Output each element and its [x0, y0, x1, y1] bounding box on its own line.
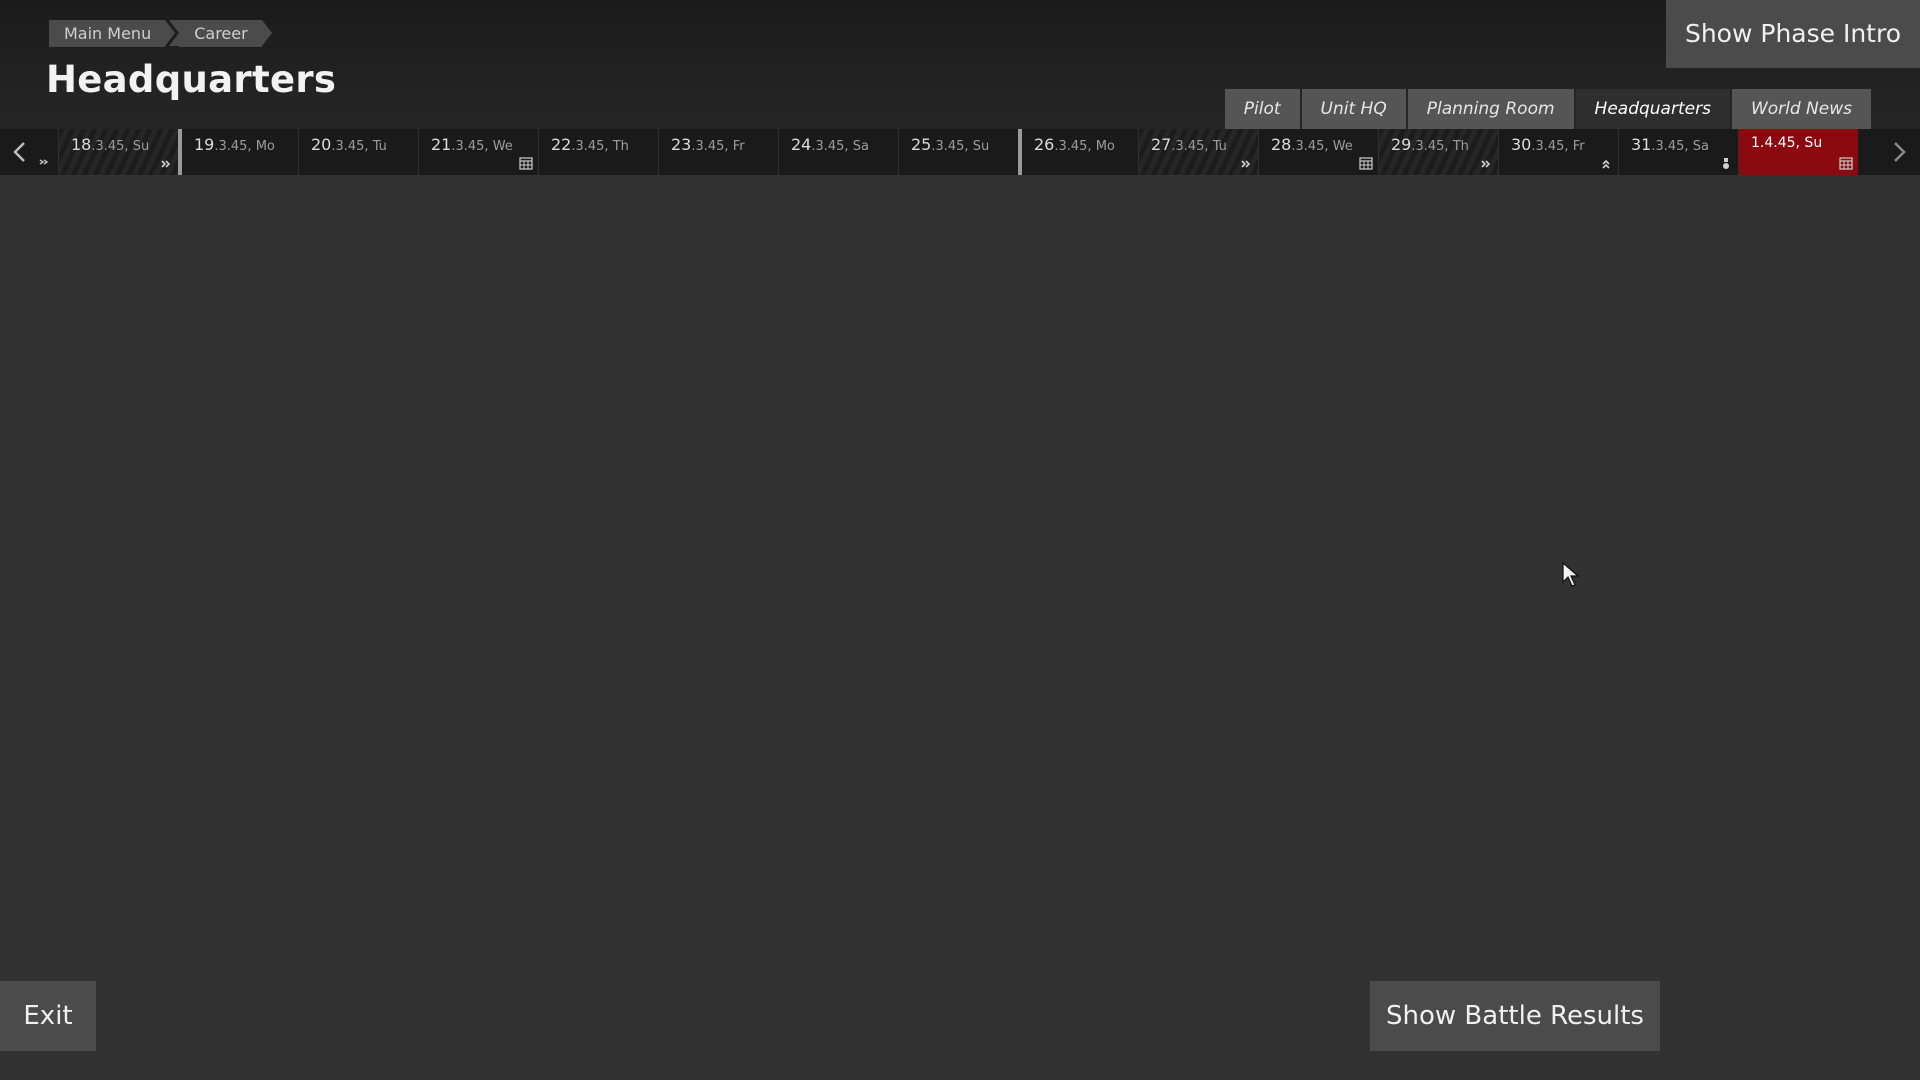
timeline-day-number: 30 — [1511, 135, 1532, 154]
mouse-cursor-icon — [1562, 562, 1580, 587]
timeline-day-9[interactable]: 26.3.45, Mo — [1018, 129, 1138, 175]
timeline-day-label: 20.3.45, Tu — [311, 135, 387, 154]
timeline-day-number: 24 — [791, 135, 812, 154]
tab-world-news[interactable]: World News — [1731, 89, 1871, 129]
exit-button[interactable]: Exit — [0, 981, 96, 1051]
timeline-day-label: 26.3.45, Mo — [1034, 135, 1115, 154]
timeline-day-date: .3.45, Su — [91, 139, 150, 154]
timeline-day-date: .3.45, We — [451, 139, 513, 154]
breadcrumb-career[interactable]: Career — [169, 20, 273, 47]
timeline-day-number: 26 — [1034, 135, 1055, 154]
fast-forward-icon — [1239, 157, 1253, 170]
timeline-day-date: .3.45, Th — [1411, 139, 1469, 154]
timeline-day-12[interactable]: 29.3.45, Th — [1378, 129, 1498, 175]
timeline-day-number: 27 — [1151, 135, 1172, 154]
timeline-day-1[interactable]: 18.3.45, Su — [58, 129, 178, 175]
tab-pilot[interactable]: Pilot — [1224, 89, 1300, 129]
tab-bar: Pilot Unit HQ Planning Room Headquarters… — [1223, 89, 1871, 129]
timeline-day-label: 27.3.45, Tu — [1151, 135, 1227, 154]
timeline-day-date: .3.45, Tu — [1171, 139, 1227, 154]
tab-planning-room[interactable]: Planning Room — [1407, 89, 1574, 129]
chevron-left-icon — [13, 142, 49, 165]
timeline-day-label: 1.4.45, Su — [1751, 135, 1822, 151]
calendar-icon — [1359, 157, 1373, 170]
top-bar: Main Menu Career Headquarters Show Phase… — [0, 0, 1920, 129]
timeline-days: 18.3.45, Su 19.3.45, Mo 20.3.45, Tu 21.3.45… — [58, 129, 1880, 175]
timeline-day-11[interactable]: 28.3.45, We — [1258, 129, 1378, 175]
timeline-day-7[interactable]: 24.3.45, Sa — [778, 129, 898, 175]
timeline-day-5[interactable]: 22.3.45, Th — [538, 129, 658, 175]
timeline-day-date: .3.45, We — [1291, 139, 1353, 154]
timeline-day-number: 22 — [551, 135, 572, 154]
breadcrumb: Main Menu Career — [49, 20, 276, 47]
page-title: Headquarters — [46, 58, 337, 101]
medal-icon — [1719, 157, 1733, 170]
timeline-day-number: 31 — [1631, 135, 1652, 154]
chevron-up-double-icon — [1599, 157, 1613, 170]
timeline-day-3[interactable]: 20.3.45, Tu — [298, 129, 418, 175]
timeline-prev-button[interactable] — [0, 129, 58, 175]
timeline-day-number: 28 — [1271, 135, 1292, 154]
chevron-right-icon — [1894, 142, 1906, 162]
timeline-day-number: 1.4.45, Su — [1751, 135, 1823, 151]
timeline-day-15[interactable]: 1.4.45, Su — [1738, 129, 1858, 175]
timeline-next-button[interactable] — [1880, 129, 1920, 175]
timeline-day-date: .3.45, Fr — [691, 139, 745, 154]
timeline-day-number: 23 — [671, 135, 692, 154]
timeline-day-label: 28.3.45, We — [1271, 135, 1353, 154]
timeline-day-date: .3.45, Sa — [811, 139, 869, 154]
timeline-day-label: 19.3.45, Mo — [194, 135, 275, 154]
timeline-day-14[interactable]: 31.3.45, Sa — [1618, 129, 1738, 175]
timeline-day-label: 23.3.45, Fr — [671, 135, 745, 154]
show-battle-results-button[interactable]: Show Battle Results — [1370, 981, 1660, 1051]
timeline-day-date: .3.45, Mo — [1054, 139, 1115, 154]
timeline-day-number: 19 — [194, 135, 215, 154]
timeline-day-10[interactable]: 27.3.45, Tu — [1138, 129, 1258, 175]
timeline-day-13[interactable]: 30.3.45, Fr — [1498, 129, 1618, 175]
timeline-day-label: 22.3.45, Th — [551, 135, 629, 154]
fast-forward-icon — [159, 157, 173, 170]
timeline-day-date: .3.45, Fr — [1531, 139, 1585, 154]
timeline-day-4[interactable]: 21.3.45, We — [418, 129, 538, 175]
timeline-day-label: 21.3.45, We — [431, 135, 513, 154]
timeline-day-label: 31.3.45, Sa — [1631, 135, 1709, 154]
calendar-icon — [1839, 157, 1853, 170]
timeline-day-8[interactable]: 25.3.45, Su — [898, 129, 1018, 175]
timeline-day-date: .3.45, Th — [571, 139, 629, 154]
breadcrumb-main-menu[interactable]: Main Menu — [49, 20, 176, 47]
timeline-day-number: 25 — [911, 135, 932, 154]
timeline-day-label: 24.3.45, Sa — [791, 135, 869, 154]
timeline-day-number: 20 — [311, 135, 332, 154]
timeline-day-number: 18 — [71, 135, 92, 154]
timeline-day-number: 29 — [1391, 135, 1412, 154]
show-phase-intro-button[interactable]: Show Phase Intro — [1666, 0, 1920, 68]
tab-headquarters[interactable]: Headquarters — [1575, 89, 1730, 129]
timeline-day-date: .3.45, Su — [931, 139, 990, 154]
timeline-bar: 18.3.45, Su 19.3.45, Mo 20.3.45, Tu 21.3.45… — [0, 129, 1920, 175]
timeline-day-label: 30.3.45, Fr — [1511, 135, 1585, 154]
timeline-day-number: 21 — [431, 135, 452, 154]
timeline-day-date: .3.45, Mo — [214, 139, 275, 154]
timeline-day-6[interactable]: 23.3.45, Fr — [658, 129, 778, 175]
timeline-day-date: .3.45, Tu — [331, 139, 387, 154]
timeline-day-2[interactable]: 19.3.45, Mo — [178, 129, 298, 175]
fast-forward-icon — [1479, 157, 1493, 170]
tab-unit-hq[interactable]: Unit HQ — [1301, 89, 1406, 129]
calendar-icon — [519, 157, 533, 170]
timeline-day-label: 25.3.45, Su — [911, 135, 989, 154]
timeline-day-label: 18.3.45, Su — [71, 135, 149, 154]
timeline-day-label: 29.3.45, Th — [1391, 135, 1469, 154]
timeline-day-date: .3.45, Sa — [1651, 139, 1709, 154]
